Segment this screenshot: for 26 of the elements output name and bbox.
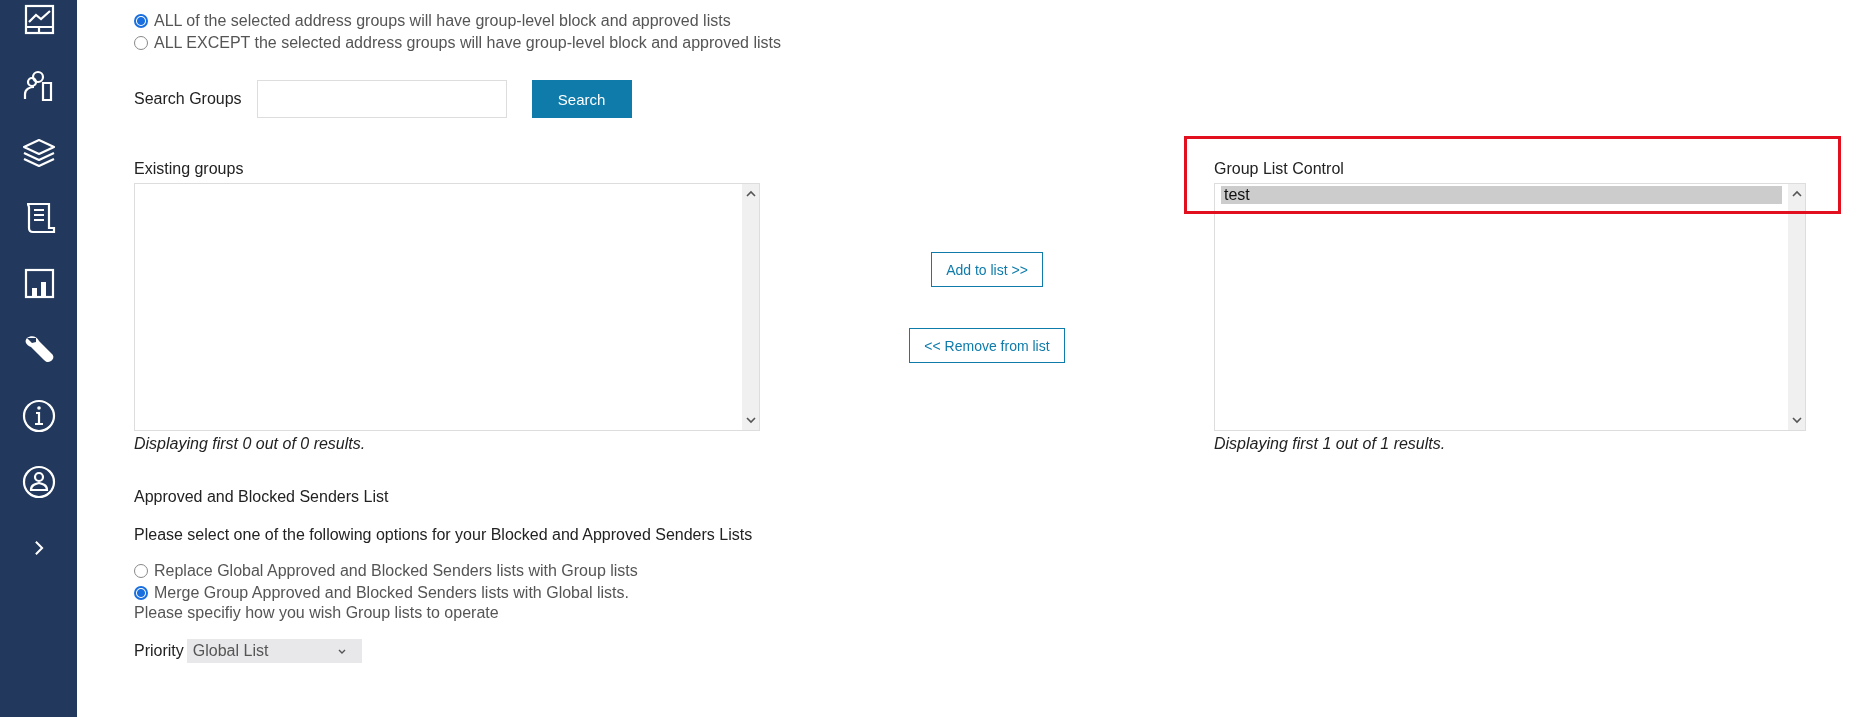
info-icon[interactable] (20, 398, 57, 434)
radio-button[interactable] (134, 14, 148, 28)
profile-icon[interactable] (20, 464, 57, 500)
radio-label: ALL EXCEPT the selected address groups will have group-level block and approved lists (154, 34, 781, 52)
results-count: Displaying first 1 out of 1 results. (1214, 435, 1447, 453)
transfer-button[interactable]: << Remove from list (909, 328, 1065, 363)
search-label: Search Groups (134, 89, 242, 109)
instruction-text: Please select one of the following options for your Blocked and Approved Senders Lists (134, 526, 754, 544)
note-text: Please specifiy how you wish Group lists to operate (134, 604, 500, 622)
results-count: Displaying first 0 out of 0 results. (134, 435, 367, 453)
search-button[interactable]: Search (531, 80, 632, 118)
list-label: Existing groups (134, 159, 245, 179)
list-item[interactable]: test (1221, 186, 1782, 204)
priority-dropdown[interactable]: Global List (186, 639, 362, 663)
radio-label: Replace Global Approved and Blocked Senders lists with Group lists (154, 562, 638, 580)
list-label: Group List Control (1214, 159, 1345, 179)
section-heading: Approved and Blocked Senders List (134, 488, 390, 506)
scroll-down-icon[interactable] (744, 414, 757, 426)
scroll-down-icon[interactable] (1790, 414, 1803, 426)
radio-button[interactable] (134, 586, 148, 600)
search-field[interactable] (256, 80, 507, 118)
transfer-button[interactable]: Add to list >> (931, 252, 1043, 287)
radio-label: Merge Group Approved and Blocked Senders lists with Global lists. (154, 584, 629, 602)
priority-label: Priority (134, 641, 184, 661)
group-list[interactable]: test (1214, 183, 1806, 431)
radio-label: ALL of the selected address groups will have group-level block and approved lists (154, 12, 731, 30)
